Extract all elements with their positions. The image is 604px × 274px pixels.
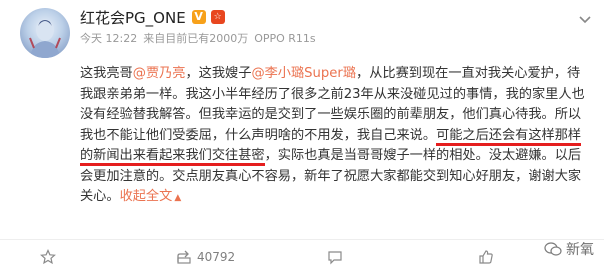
post-time[interactable]: 今天 12:22: [80, 30, 137, 46]
watermark-text: 新氧: [566, 242, 594, 258]
mention-link[interactable]: @李小璐Super璐: [251, 66, 356, 81]
collapse-label: 收起全文: [119, 189, 173, 204]
comment-icon: [328, 251, 342, 265]
author-name[interactable]: 红花会PG_ONE: [80, 7, 186, 28]
chevron-down-icon[interactable]: [578, 10, 592, 24]
post-device: OPPO R11s: [254, 31, 316, 45]
wechat-icon: [544, 242, 562, 256]
mention-link[interactable]: @贾乃亮: [133, 66, 186, 81]
avatar-image: [29, 19, 61, 58]
avatar[interactable]: [20, 8, 70, 58]
verified-badge: V: [191, 10, 206, 24]
post-text-part: 这我亮哥: [80, 66, 133, 81]
collapse-arrow-icon: ▲: [174, 193, 182, 203]
collapse-link[interactable]: 收起全文 ▲: [120, 189, 182, 204]
share-icon: [177, 250, 191, 264]
share-count: 40792: [197, 250, 236, 264]
post-text-part: ，这我嫂子: [185, 66, 252, 81]
star-icon: [40, 249, 56, 265]
author-row: 红花会PG_ONE V ☆: [80, 6, 225, 28]
thumbs-up-icon: [479, 250, 493, 264]
post-views: 目前已有2000万: [165, 32, 249, 45]
level-badge: ☆: [210, 10, 225, 24]
watermark: 新氧: [544, 239, 594, 259]
comment-button[interactable]: [327, 249, 348, 265]
post-source-label: 来自: [143, 32, 166, 45]
like-button[interactable]: [478, 249, 499, 265]
favorite-button[interactable]: [40, 249, 61, 265]
post-text: 这我亮哥@贾乃亮，这我嫂子@李小璐Super璐，从比赛到现在一直对我关心爱护，待…: [80, 64, 592, 209]
action-bar: 40792: [0, 239, 604, 274]
post-meta: 今天 12:22 来自 目前已有2000万 OPPO R11s: [80, 29, 322, 47]
share-button[interactable]: 40792: [176, 249, 235, 265]
